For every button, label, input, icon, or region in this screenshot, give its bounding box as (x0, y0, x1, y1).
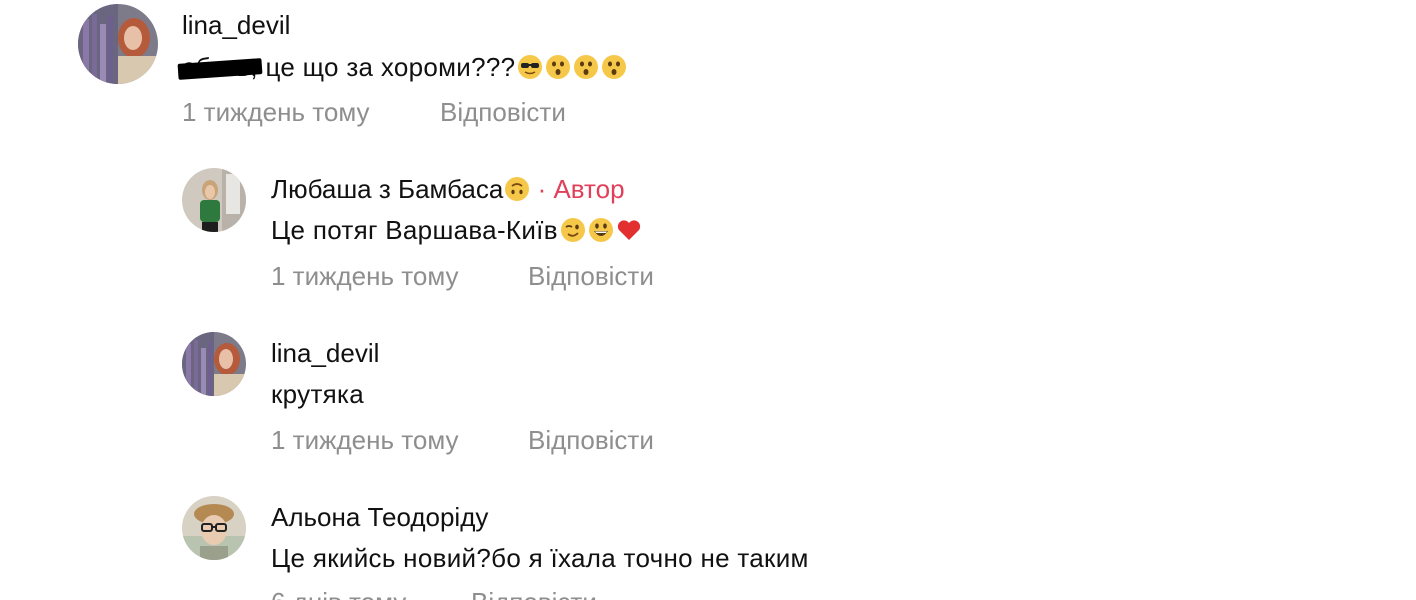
avatar[interactable] (182, 168, 246, 232)
avatar[interactable] (182, 332, 246, 396)
reply-text: Це потяг Варшава-Київ (271, 215, 642, 245)
astonished-emoji (573, 54, 599, 80)
reply-button[interactable]: Відповісти (471, 587, 597, 600)
astonished-emoji (545, 54, 571, 80)
reply-text: Це якийсь новий?бо я їхала точно не таки… (271, 543, 809, 573)
author-badge: · Автор (537, 174, 625, 204)
reply-button[interactable]: Відповісти (528, 425, 654, 455)
sunglasses-emoji (517, 54, 543, 80)
reply-timestamp: 1 тиждень тому (271, 261, 459, 291)
reply-timestamp: 1 тиждень тому (271, 425, 459, 455)
reply-username[interactable]: lina_devil (271, 338, 379, 368)
redacted-word: єбать (177, 52, 263, 82)
grin-emoji (588, 217, 614, 243)
comment-timestamp: 1 тиждень тому (182, 97, 370, 127)
reply-username: Любаша з Бамбаса · Автор (271, 174, 625, 204)
reply-item: Любаша з Бамбаса · Автор Це потяг Варшав… (0, 160, 1416, 310)
upside-down-face-emoji (504, 176, 530, 202)
reply-timestamp: 6 днів тому (271, 587, 406, 600)
comments-thread: lina_devil єбать, це що за хороми??? 1 т… (0, 0, 1416, 600)
reply-item: Альона Теодоріду Це якийсь новий?бо я їх… (0, 488, 1416, 600)
reply-button[interactable]: Відповісти (528, 261, 654, 291)
avatar[interactable] (182, 496, 246, 560)
reply-username[interactable]: Альона Теодоріду (271, 502, 488, 532)
comment-item: lina_devil єбать, це що за хороми??? 1 т… (0, 0, 1416, 140)
reply-username-text[interactable]: Любаша з Бамбаса (271, 174, 503, 204)
astonished-emoji (601, 54, 627, 80)
reply-item: lina_devil крутяка 1 тиждень тому Відпов… (0, 324, 1416, 474)
comment-text: єбать, це що за хороми??? (177, 52, 627, 82)
comment-username[interactable]: lina_devil (182, 10, 290, 40)
wink-emoji (560, 217, 586, 243)
avatar[interactable] (78, 4, 158, 84)
reply-text: крутяка (271, 379, 365, 409)
reply-button[interactable]: Відповісти (440, 97, 566, 127)
red-heart-emoji (616, 217, 642, 243)
